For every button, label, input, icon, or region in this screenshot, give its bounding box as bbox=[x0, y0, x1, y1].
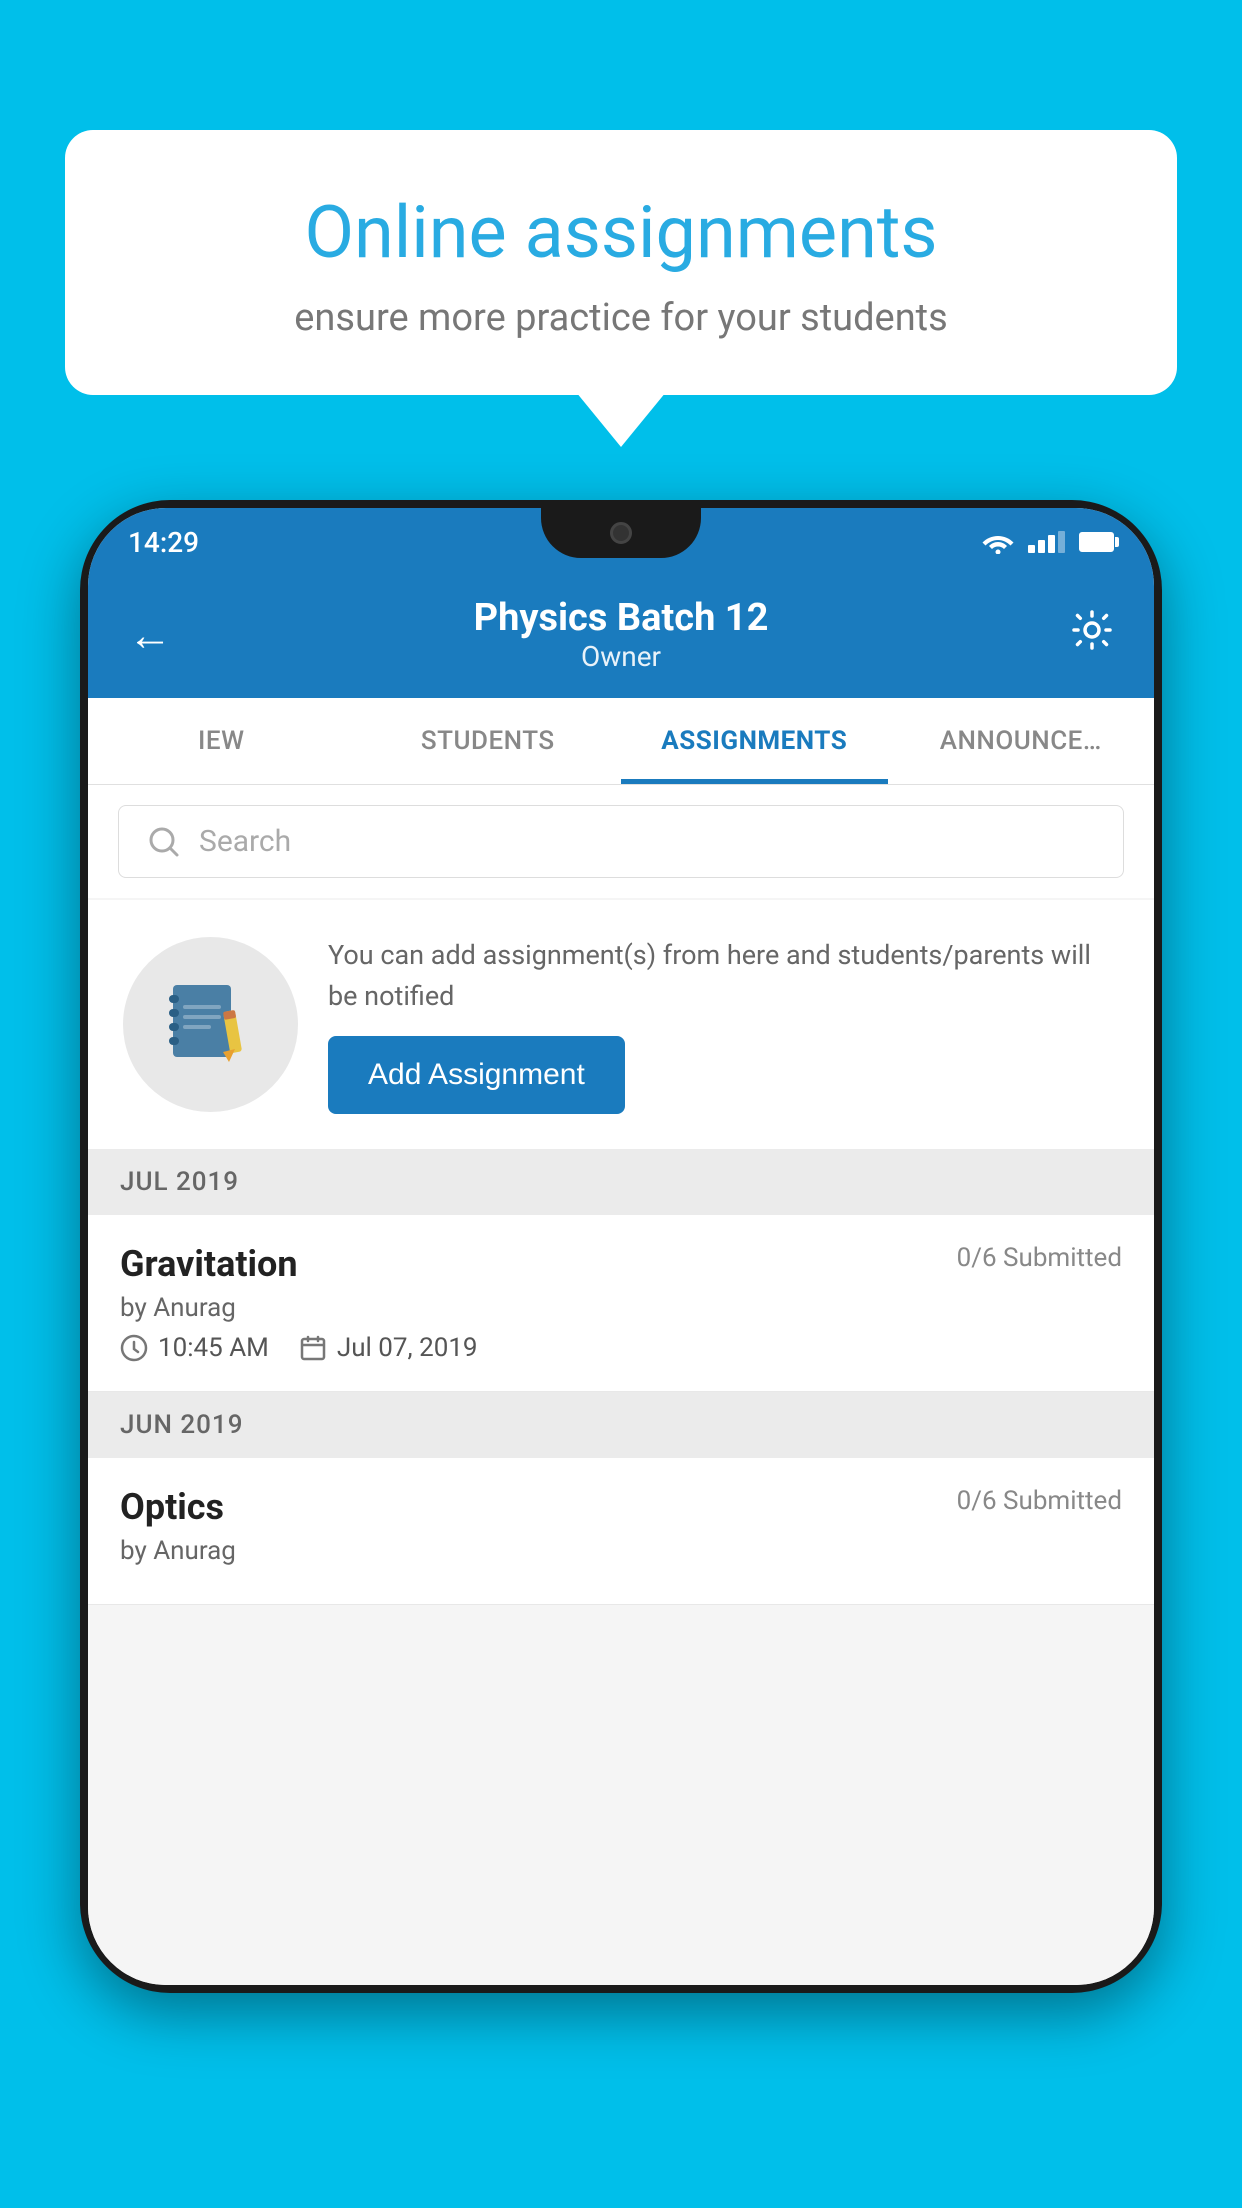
app-header: ← Physics Batch 12 Owner bbox=[88, 576, 1154, 698]
calendar-icon bbox=[299, 1334, 327, 1362]
camera bbox=[610, 522, 632, 544]
signal-icon bbox=[1028, 531, 1065, 553]
meta-time: 10:45 AM bbox=[120, 1333, 269, 1363]
tab-students[interactable]: STUDENTS bbox=[355, 698, 622, 784]
battery-icon bbox=[1079, 532, 1114, 552]
assignment-submitted-optics: 0/6 Submitted bbox=[957, 1486, 1122, 1516]
assignment-title-optics: Optics bbox=[120, 1486, 224, 1528]
search-input[interactable]: Search bbox=[199, 824, 291, 859]
speech-bubble-container: Online assignments ensure more practice … bbox=[65, 130, 1177, 395]
header-title: Physics Batch 12 bbox=[172, 596, 1070, 640]
search-icon bbox=[147, 825, 181, 859]
speech-bubble: Online assignments ensure more practice … bbox=[65, 130, 1177, 395]
assignment-submitted: 0/6 Submitted bbox=[957, 1243, 1122, 1273]
search-bar[interactable]: Search bbox=[118, 805, 1124, 878]
wifi-icon bbox=[982, 530, 1014, 554]
tab-iew[interactable]: IEW bbox=[88, 698, 355, 784]
promo-content: You can add assignment(s) from here and … bbox=[328, 935, 1119, 1114]
clock-icon bbox=[120, 1334, 148, 1362]
assignment-author-optics: by Anurag bbox=[120, 1536, 1122, 1566]
settings-button[interactable] bbox=[1070, 608, 1114, 662]
tab-assignments[interactable]: ASSIGNMENTS bbox=[621, 698, 888, 784]
header-subtitle: Owner bbox=[172, 640, 1070, 673]
tab-announcements[interactable]: ANNOUNCE… bbox=[888, 698, 1155, 784]
assignment-row-top: Gravitation 0/6 Submitted bbox=[120, 1243, 1122, 1285]
status-icons bbox=[982, 530, 1114, 554]
back-button[interactable]: ← bbox=[128, 609, 172, 661]
status-time: 14:29 bbox=[128, 526, 199, 559]
screen-content: Search bbox=[88, 785, 1154, 1985]
assignment-row-top-optics: Optics 0/6 Submitted bbox=[120, 1486, 1122, 1528]
section-header-jun: JUN 2019 bbox=[88, 1392, 1154, 1458]
add-assignment-promo: You can add assignment(s) from here and … bbox=[88, 900, 1154, 1149]
add-assignment-button[interactable]: Add Assignment bbox=[328, 1036, 625, 1114]
notebook-icon bbox=[163, 977, 258, 1072]
header-center: Physics Batch 12 Owner bbox=[172, 596, 1070, 673]
phone-screen: 14:29 bbox=[88, 508, 1154, 1985]
assignment-author: by Anurag bbox=[120, 1293, 1122, 1323]
section-header-jul: JUL 2019 bbox=[88, 1149, 1154, 1215]
assignment-date: Jul 07, 2019 bbox=[337, 1333, 478, 1363]
promo-text: You can add assignment(s) from here and … bbox=[328, 935, 1119, 1016]
speech-bubble-subtitle: ensure more practice for your students bbox=[135, 296, 1107, 340]
meta-date: Jul 07, 2019 bbox=[299, 1333, 478, 1363]
assignment-meta: 10:45 AM Jul 07, 2019 bbox=[120, 1333, 1122, 1363]
search-container: Search bbox=[88, 785, 1154, 898]
assignment-time: 10:45 AM bbox=[158, 1333, 269, 1363]
assignment-item-optics[interactable]: Optics 0/6 Submitted by Anurag bbox=[88, 1458, 1154, 1605]
status-bar: 14:29 bbox=[88, 508, 1154, 576]
phone-device: 14:29 bbox=[80, 500, 1162, 1993]
assignment-item-gravitation[interactable]: Gravitation 0/6 Submitted by Anurag 10:4… bbox=[88, 1215, 1154, 1392]
speech-bubble-title: Online assignments bbox=[135, 190, 1107, 276]
assignment-title: Gravitation bbox=[120, 1243, 298, 1285]
phone-notch bbox=[541, 508, 701, 558]
tabs-container: IEW STUDENTS ASSIGNMENTS ANNOUNCE… bbox=[88, 698, 1154, 785]
phone-wrapper: 14:29 bbox=[80, 500, 1162, 2208]
promo-icon-circle bbox=[123, 937, 298, 1112]
